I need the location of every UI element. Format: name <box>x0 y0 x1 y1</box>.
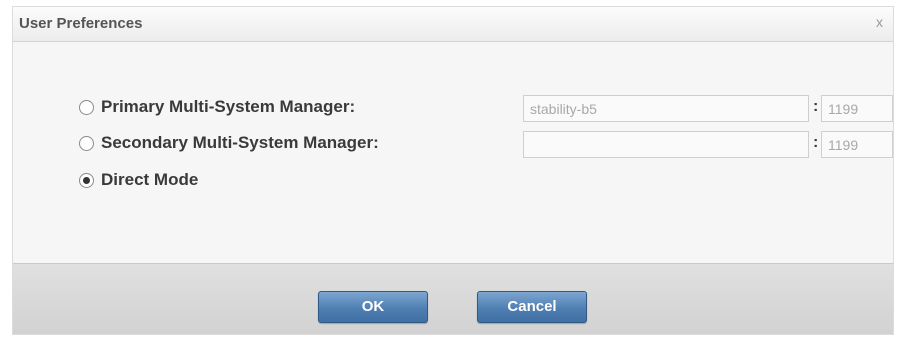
primary-manager-label: Primary Multi-System Manager: <box>101 97 356 116</box>
user-preferences-dialog: User Preferences x Primary Multi-System … <box>12 6 894 335</box>
dialog-footer: OK Cancel <box>13 263 893 334</box>
secondary-manager-radio[interactable] <box>79 136 94 151</box>
primary-host-field[interactable] <box>523 95 809 122</box>
dialog-content: Primary Multi-System Manager: : Secondar… <box>13 42 893 262</box>
primary-manager-radio[interactable] <box>79 100 94 115</box>
dialog-title: User Preferences <box>19 15 143 32</box>
ok-button[interactable]: OK <box>318 291 428 323</box>
secondary-host-field[interactable] <box>523 131 809 158</box>
port-separator: : <box>813 134 819 151</box>
dialog-titlebar: User Preferences x <box>13 7 893 42</box>
cancel-button[interactable]: Cancel <box>477 291 587 323</box>
direct-mode-radio[interactable] <box>79 173 94 188</box>
close-icon[interactable]: x <box>876 14 883 30</box>
primary-port-field[interactable] <box>821 95 893 122</box>
secondary-port-field[interactable] <box>821 131 893 158</box>
secondary-manager-label: Secondary Multi-System Manager: <box>101 133 379 152</box>
direct-mode-label: Direct Mode <box>101 170 199 189</box>
port-separator: : <box>813 98 819 115</box>
